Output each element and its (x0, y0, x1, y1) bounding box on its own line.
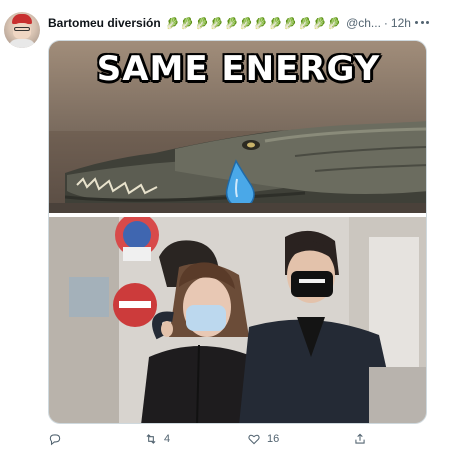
couple-photo (49, 217, 426, 423)
separator-dot: · (383, 16, 388, 30)
retweet-button[interactable]: 4 (144, 430, 170, 448)
name-emojis: 🥬🥬🥬🥬🥬🥬🥬🥬🥬🥬🥬🥬 (165, 17, 343, 30)
share-button[interactable] (353, 430, 367, 448)
avatar-body (8, 39, 36, 48)
reply-icon (49, 434, 61, 446)
retweet-count: 4 (164, 433, 171, 445)
meme-bottom-photo (49, 217, 426, 423)
retweet-icon (146, 434, 156, 444)
tweet[interactable]: Bartomeu diversión 🥬🥬🥬🥬🥬🥬🥬🥬🥬🥬🥬🥬 @ch... ·… (0, 0, 452, 449)
like-count: 16 (267, 433, 280, 445)
display-name[interactable]: Bartomeu diversión (48, 16, 161, 30)
heart-icon (248, 434, 260, 445)
like-button[interactable]: 16 (247, 430, 279, 448)
avatar-glasses (14, 27, 30, 31)
timestamp[interactable]: 12h (391, 16, 411, 30)
share-icon (355, 433, 365, 444)
meme-title: SAME ENERGY (96, 49, 381, 89)
meme-top-panel: SAME ENERGY (49, 41, 426, 213)
avatar[interactable] (4, 12, 40, 48)
crocodile-image (65, 121, 426, 211)
tweet-actions: 4 16 (48, 430, 427, 448)
avatar-face (13, 23, 31, 39)
more-options-icon[interactable] (412, 14, 432, 30)
tweet-media[interactable]: SAME ENERGY (48, 40, 427, 424)
tweet-header: Bartomeu diversión 🥬🥬🥬🥬🥬🥬🥬🥬🥬🥬🥬🥬 @ch... ·… (48, 14, 411, 32)
reply-button[interactable] (48, 430, 62, 448)
user-handle[interactable]: @ch... (346, 16, 381, 30)
